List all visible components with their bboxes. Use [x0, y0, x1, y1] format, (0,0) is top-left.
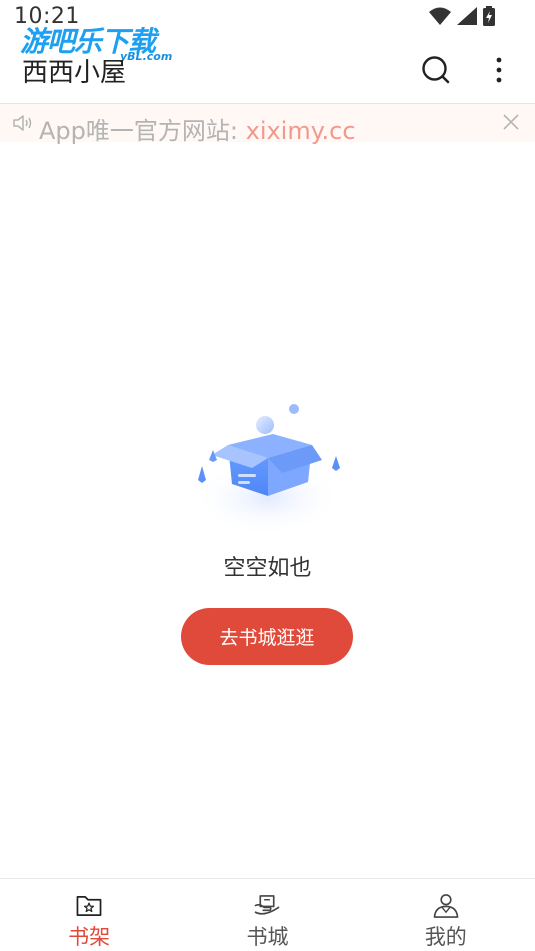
search-icon [422, 56, 450, 84]
nav-item-bookshelf[interactable]: 书架 [0, 879, 178, 951]
signal-icon [457, 7, 477, 25]
nav-label-bookshelf: 书架 [68, 925, 111, 949]
bookstore-icon [255, 895, 280, 915]
bottom-nav: 书架 书城 我的 [0, 879, 535, 951]
search-button[interactable] [420, 54, 452, 86]
notice-link[interactable]: xiximy.cc [246, 117, 356, 145]
empty-box-icon [190, 398, 350, 538]
wifi-icon [429, 7, 451, 25]
status-icons [429, 6, 495, 26]
more-vertical-icon [496, 57, 502, 83]
notice-text: App唯一官方网站: xiximy.cc [39, 111, 356, 146]
nav-label-bookstore: 书城 [246, 925, 289, 949]
watermark-sub: yBL.com [120, 50, 173, 63]
nav-item-profile[interactable]: 我的 [357, 879, 535, 951]
close-icon [503, 114, 519, 130]
profile-icon [433, 894, 459, 918]
nav-item-bookstore[interactable]: 书城 [178, 879, 356, 951]
speaker-icon [12, 114, 34, 136]
bookshelf-icon [76, 895, 102, 916]
empty-state-text: 空空如也 [223, 556, 312, 581]
nav-label-profile: 我的 [424, 925, 467, 949]
page-title: 西西小屋 [22, 58, 127, 88]
battery-icon [483, 6, 495, 26]
more-button[interactable] [489, 54, 509, 86]
go-bookstore-button[interactable]: 去书城逛逛 [181, 608, 353, 665]
notice-prefix: App唯一官方网站: [39, 117, 246, 145]
notice-close-button[interactable] [502, 113, 520, 135]
